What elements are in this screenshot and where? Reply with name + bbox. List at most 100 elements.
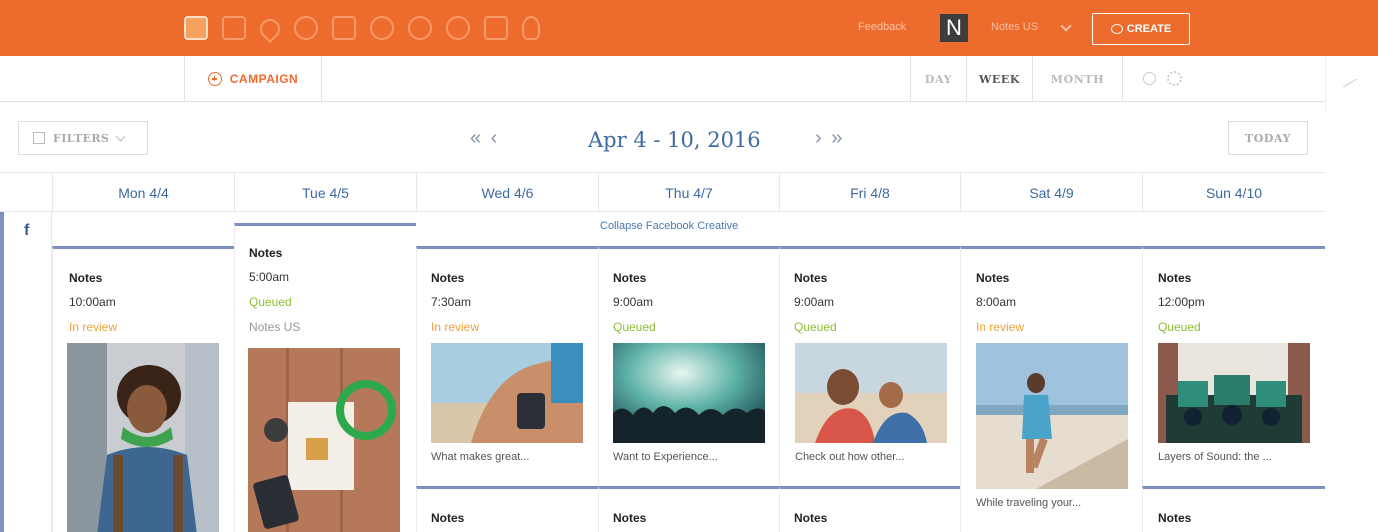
day-header-sun: Sun 4/10 xyxy=(1142,173,1325,213)
brand-logo: N xyxy=(940,14,968,42)
post-status: Queued xyxy=(613,320,656,334)
collapse-facebook-link[interactable]: Collapse Facebook Creative xyxy=(600,220,738,232)
post-time: 9:00am xyxy=(794,295,835,309)
post-card[interactable]: Notes 5:00am Queued Notes US xyxy=(234,223,416,532)
post-title: Notes xyxy=(613,271,647,285)
day-header-thu: Thu 4/7 xyxy=(598,173,779,213)
post-time: 8:00am xyxy=(976,295,1017,309)
post-title: Notes xyxy=(613,511,647,525)
previous-week-button[interactable]: « ‹ xyxy=(470,127,499,150)
gear-icon[interactable] xyxy=(1167,71,1182,86)
post-card[interactable]: Notes xyxy=(416,486,598,532)
day-header-tue: Tue 4/5 xyxy=(234,173,416,213)
post-status: In review xyxy=(69,320,118,334)
post-time: 7:30am xyxy=(431,295,472,309)
post-card[interactable]: Notes 8:00am In review While traveling y… xyxy=(960,246,1142,532)
post-title: Notes xyxy=(431,511,465,525)
post-caption: While traveling your... xyxy=(976,497,1082,509)
post-card[interactable]: Notes 9:00am Queued Check out how other.… xyxy=(779,246,960,486)
post-status: Queued xyxy=(1158,320,1201,334)
post-title: Notes xyxy=(794,511,828,525)
post-card[interactable]: Notes xyxy=(1142,486,1325,532)
toolbar-icons xyxy=(1122,56,1325,102)
chevron-down-icon[interactable] xyxy=(1060,20,1072,32)
post-title: Notes xyxy=(249,246,283,260)
post-time: 10:00am xyxy=(69,295,116,309)
post-caption: Layers of Sound: the ... xyxy=(1158,451,1272,463)
post-card[interactable]: Notes 12:00pm Queued Layers of Sound: th… xyxy=(1142,246,1325,486)
brackets-icon[interactable] xyxy=(408,16,432,40)
post-title: Notes xyxy=(794,271,828,285)
post-card[interactable]: Notes xyxy=(779,486,960,532)
post-caption: What makes great... xyxy=(431,451,530,463)
post-title: Notes xyxy=(1158,271,1192,285)
chevron-down-icon xyxy=(115,131,126,141)
post-image xyxy=(67,343,219,532)
post-status: Queued xyxy=(794,320,837,334)
tab-week[interactable]: WEEK xyxy=(966,56,1032,102)
chat-icon xyxy=(1110,24,1123,34)
calendar-icon[interactable] xyxy=(184,16,208,40)
bar-chart-icon[interactable] xyxy=(484,16,508,40)
app-icon-bar xyxy=(184,14,540,44)
create-button-label: CREATE xyxy=(1126,23,1172,35)
create-button[interactable]: CREATE xyxy=(1092,13,1190,45)
day-header-fri: Fri 4/8 xyxy=(779,173,960,213)
post-account: Notes US xyxy=(249,320,301,334)
plus-circle-icon xyxy=(207,72,222,86)
tab-day[interactable]: DAY xyxy=(910,56,966,102)
day-header-sat: Sat 4/9 xyxy=(960,173,1142,213)
post-status: In review xyxy=(976,320,1025,334)
post-title: Notes xyxy=(1158,511,1192,525)
next-week-button[interactable]: › » xyxy=(815,127,844,150)
post-time: 5:00am xyxy=(249,270,290,284)
info-icon[interactable] xyxy=(1143,72,1156,85)
post-title: Notes xyxy=(431,271,465,285)
post-time: 12:00pm xyxy=(1158,295,1205,309)
channel-stripe xyxy=(0,212,4,532)
timer-icon[interactable] xyxy=(370,16,394,40)
brand-select[interactable]: Notes US xyxy=(991,21,1038,33)
filters-label: FILTERS xyxy=(53,131,110,145)
top-bar: Feedback N Notes US CREATE xyxy=(0,0,1378,56)
post-card[interactable]: Notes 10:00am In review xyxy=(52,246,234,532)
facebook-icon[interactable]: f xyxy=(24,222,29,240)
post-title: Notes xyxy=(976,271,1010,285)
post-caption: Check out how other... xyxy=(795,451,905,463)
feedback-link[interactable]: Feedback xyxy=(858,21,906,33)
post-card[interactable]: Notes 7:30am In review What makes great.… xyxy=(416,246,598,486)
post-status: In review xyxy=(431,320,480,334)
filter-icon xyxy=(33,132,45,144)
day-header-mon: Mon 4/4 xyxy=(52,173,234,213)
post-status: Queued xyxy=(249,295,292,309)
post-image xyxy=(1158,343,1310,443)
day-header-wed: Wed 4/6 xyxy=(416,173,598,213)
post-card[interactable]: Notes 9:00am Queued Want to Experience..… xyxy=(598,246,779,486)
post-image xyxy=(795,343,947,443)
channel-column xyxy=(0,212,52,532)
post-title: Notes xyxy=(69,271,103,285)
filters-button[interactable]: FILTERS xyxy=(18,121,148,155)
post-time: 9:00am xyxy=(613,295,654,309)
campaign-label: CAMPAIGN xyxy=(229,72,299,86)
check-circle-icon[interactable] xyxy=(446,16,470,40)
post-card[interactable]: Notes xyxy=(598,486,779,532)
day-header-row: Mon 4/4 Tue 4/5 Wed 4/6 Thu 4/7 Fri 4/8 … xyxy=(0,172,1325,213)
trend-icon xyxy=(1338,70,1358,88)
drop-icon[interactable] xyxy=(255,14,285,44)
side-panel-toggle[interactable] xyxy=(1325,56,1378,112)
post-image xyxy=(248,348,400,532)
post-caption: Want to Experience... xyxy=(613,451,718,463)
campaign-button[interactable]: CAMPAIGN xyxy=(184,56,322,102)
at-icon[interactable] xyxy=(294,16,318,40)
bulb-icon[interactable] xyxy=(522,16,540,40)
checklist-icon[interactable] xyxy=(222,16,246,40)
toolbar: CAMPAIGN DAY WEEK MONTH xyxy=(0,56,1325,102)
tab-month[interactable]: MONTH xyxy=(1032,56,1122,102)
date-range-title: Apr 4 - 10, 2016 xyxy=(588,128,761,152)
today-button[interactable]: TODAY xyxy=(1228,121,1308,155)
post-image xyxy=(976,343,1128,489)
post-image xyxy=(613,343,765,443)
post-image xyxy=(431,343,583,443)
image-icon[interactable] xyxy=(332,16,356,40)
